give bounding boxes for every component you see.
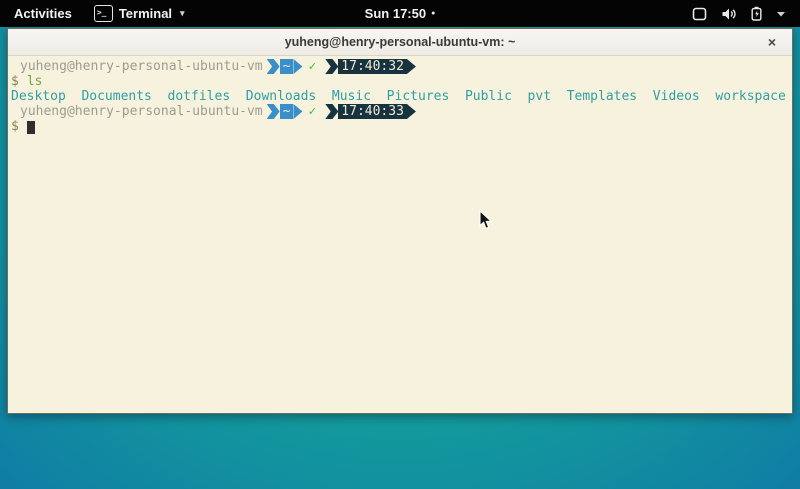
terminal-cursor [27, 121, 35, 134]
screen-icon [692, 7, 707, 21]
checkmark-icon: ✓ [308, 59, 316, 74]
close-button[interactable]: × [764, 29, 780, 55]
chevron-down-icon [776, 10, 786, 18]
volume-icon [721, 7, 737, 21]
activities-button[interactable]: Activities [10, 6, 76, 21]
prompt-user: yuheng@henry-personal-ubuntu-vm [20, 104, 263, 119]
checkmark-icon: ✓ [308, 104, 316, 119]
powerline-point-icon [407, 104, 416, 119]
powerline-point-icon [293, 104, 302, 119]
powerline-chevron-icon [267, 104, 280, 119]
terminal-content[interactable]: yuheng@henry-personal-ubuntu-vm ~ ✓ 17:4… [8, 56, 792, 134]
ls-output: Desktop Documents dotfiles Downloads Mus… [8, 89, 792, 104]
powerline-chevron-icon [267, 59, 280, 74]
command-line: $ ls [8, 74, 792, 89]
top-bar: Activities >_ Terminal ▾ Sun 17:50 ● [0, 0, 800, 27]
prompt-time: 17:40:33 [338, 104, 407, 119]
prompt-symbol: $ [11, 119, 19, 134]
window-titlebar[interactable]: yuheng@henry-personal-ubuntu-vm: ~ × [8, 29, 792, 56]
powerline-point-icon [407, 59, 416, 74]
prompt-time: 17:40:32 [338, 59, 407, 74]
prompt-line-1: yuheng@henry-personal-ubuntu-vm ~ ✓ 17:4… [8, 59, 792, 74]
battery-charging-icon [751, 6, 762, 21]
powerline-chevron-icon [325, 59, 338, 74]
chevron-down-icon: ▾ [180, 8, 185, 19]
terminal-icon: >_ [94, 5, 113, 22]
powerline-point-icon [293, 59, 302, 74]
clock[interactable]: Sun 17:50 [365, 6, 426, 21]
prompt-path-segment: ~ [280, 59, 294, 74]
app-menu-label: Terminal [119, 6, 172, 21]
app-menu-terminal[interactable]: >_ Terminal ▾ [94, 5, 185, 22]
prompt-user: yuheng@henry-personal-ubuntu-vm [20, 59, 263, 74]
current-command-line: $ [8, 119, 792, 134]
powerline-chevron-icon [325, 104, 338, 119]
typed-command: ls [27, 74, 43, 89]
prompt-symbol: $ [11, 74, 19, 89]
system-status-area[interactable] [692, 6, 800, 21]
notification-dot-icon: ● [431, 10, 435, 17]
window-title: yuheng@henry-personal-ubuntu-vm: ~ [285, 35, 516, 49]
prompt-line-2: yuheng@henry-personal-ubuntu-vm ~ ✓ 17:4… [8, 104, 792, 119]
terminal-window: yuheng@henry-personal-ubuntu-vm: ~ × yuh… [7, 28, 793, 414]
prompt-path-segment: ~ [280, 104, 294, 119]
